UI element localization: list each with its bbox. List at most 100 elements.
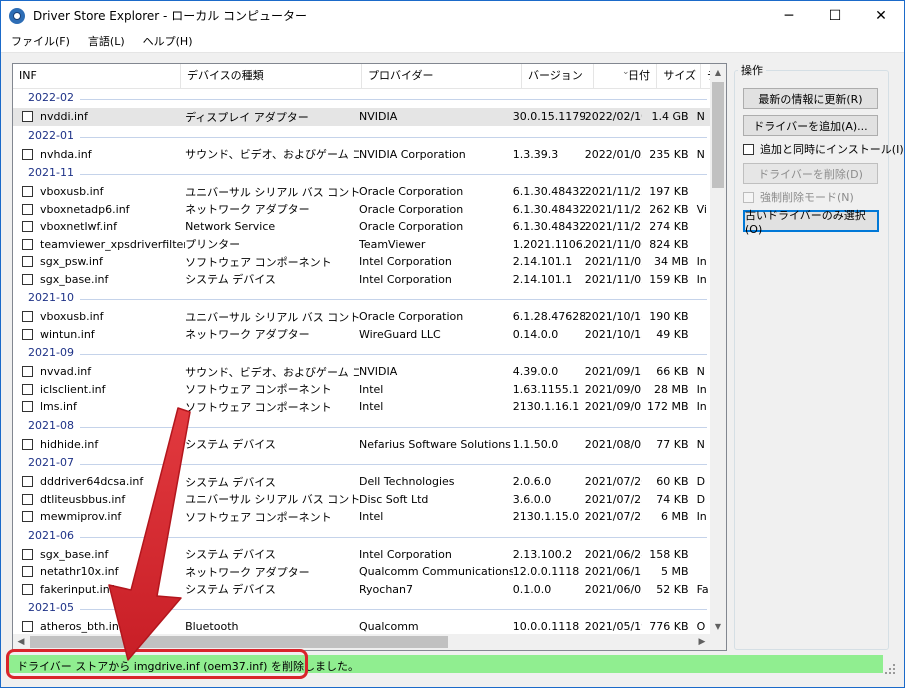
provider-cell: Disc Soft Ltd	[358, 492, 429, 506]
column-header-date[interactable]: ⌄ 日付	[594, 64, 657, 88]
row-checkbox[interactable]	[22, 256, 33, 268]
table-row[interactable]: wintun.inf ネットワーク アダプター WireGuard LLC 0.14.…	[13, 326, 710, 344]
column-header-provider[interactable]: プロバイダー	[362, 64, 522, 88]
row-checkbox[interactable]	[22, 148, 33, 160]
table-row[interactable]: dtliteusbbus.inf ユニバーサル シリアル バス コントローラーDi…	[13, 491, 710, 509]
row-checkbox[interactable]	[22, 111, 33, 123]
row-checkbox[interactable]	[22, 511, 33, 523]
horizontal-scrollbar[interactable]: ◀ ▶	[13, 634, 710, 650]
row-checkbox[interactable]	[22, 383, 33, 395]
table-row[interactable]: sgx_base.inf システム デバイス Intel Corporation 2.…	[13, 271, 710, 289]
install-on-add-checkbox[interactable]: 追加と同時にインストール(I)	[743, 141, 904, 157]
group-label: 2021-09	[28, 346, 80, 359]
menu-language[interactable]: 言語(L)	[80, 33, 133, 49]
row-checkbox[interactable]	[22, 476, 33, 488]
table-row[interactable]: vboxnetadp6.inf ネットワーク アダプター Oracle Corpor…	[13, 201, 710, 219]
minimize-button[interactable]: ─	[766, 1, 812, 30]
size-cell: 776 KB	[649, 620, 689, 634]
scroll-right-icon[interactable]: ▶	[694, 634, 710, 650]
row-checkbox[interactable]	[22, 203, 33, 215]
group-divider	[28, 174, 707, 175]
version-cell: 10.0.0.1118	[512, 620, 580, 634]
row-checkbox[interactable]	[22, 221, 33, 233]
group-header: 2022-02	[13, 88, 710, 108]
table-row[interactable]: teamviewer_xpsdriverfilter.infプリンター TeamV…	[13, 236, 710, 254]
table-row[interactable]: vboxnetlwf.inf Network Service Oracle Corp…	[13, 218, 710, 236]
device-type-cell: システム デバイス	[185, 273, 276, 287]
close-button[interactable]: ✕	[858, 1, 904, 30]
device-type-cell: Network Service	[185, 220, 276, 234]
inf-cell: sgx_psw.inf	[40, 255, 103, 269]
row-checkbox[interactable]	[22, 438, 33, 450]
row-checkbox[interactable]	[22, 548, 33, 560]
table-row[interactable]: vboxusb.inf ユニバーサル シリアル バス コントローラーOracle …	[13, 308, 710, 326]
table-row[interactable]: dddriver64dcsa.inf システム デバイス Dell Technolo…	[13, 473, 710, 491]
vertical-scroll-thumb[interactable]	[712, 82, 724, 188]
extra-cell: N	[696, 110, 705, 124]
inf-cell: sgx_base.inf	[40, 272, 109, 286]
device-type-cell: ソフトウェア コンポーネント	[185, 255, 332, 269]
table-row[interactable]: atheros_bth.inf Bluetooth Qualcomm 10.0.0.1…	[13, 618, 710, 636]
scroll-left-icon[interactable]: ◀	[13, 634, 29, 650]
version-cell: 2.14.101.1	[512, 255, 573, 269]
column-header-inf[interactable]: INF	[13, 64, 181, 88]
table-row[interactable]: nvvad.inf サウンド、ビデオ、およびゲーム コントローラーNVIDIA 4.…	[13, 363, 710, 381]
row-checkbox[interactable]	[22, 186, 33, 198]
maximize-button[interactable]: ☐	[812, 1, 858, 30]
size-cell: 28 MB	[654, 382, 689, 396]
row-checkbox[interactable]	[22, 273, 33, 285]
version-cell: 1.1.50.0	[512, 437, 559, 451]
title-bar[interactable]: Driver Store Explorer - ローカル コンピューター ─ ☐…	[1, 1, 904, 30]
resize-grip-icon[interactable]	[885, 664, 897, 676]
table-row[interactable]: fakerinput.inf システム デバイス Ryochan7 0.1.0.0 20…	[13, 581, 710, 599]
delete-driver-button[interactable]: ドライバーを削除(D)	[743, 163, 878, 184]
refresh-button[interactable]: 最新の情報に更新(R)	[743, 88, 878, 109]
table-row[interactable]: hidhide.inf システム デバイス Nefarius Software So…	[13, 436, 710, 454]
table-row[interactable]: lms.inf ソフトウェア コンポーネント Intel 2130.1.16.1 202…	[13, 398, 710, 416]
table-row[interactable]: nvhda.inf サウンド、ビデオ、およびゲーム コントローラーNVIDIA C…	[13, 146, 710, 164]
row-checkbox[interactable]	[22, 328, 33, 340]
menu-file[interactable]: ファイル(F)	[3, 33, 78, 49]
force-delete-checkbox[interactable]: 強制削除モード(N)	[743, 189, 854, 205]
extra-cell: In	[696, 400, 707, 414]
driver-list[interactable]: INF デバイスの種類 プロバイダー バージョン ⌄日付 サイズ デ 2022-…	[12, 63, 727, 651]
row-checkbox[interactable]	[22, 401, 33, 413]
vertical-scrollbar[interactable]: ▲ ▼	[710, 64, 726, 634]
table-row[interactable]: iclsclient.inf ソフトウェア コンポーネント Intel 1.63.11…	[13, 381, 710, 399]
table-row[interactable]: nvddi.inf ディスプレイ アダプター NVIDIA 30.0.15.1179 2…	[13, 108, 710, 126]
inf-cell: teamviewer_xpsdriverfilter.inf	[40, 237, 186, 251]
row-checkbox[interactable]	[22, 238, 33, 250]
row-checkbox[interactable]	[22, 493, 33, 505]
version-cell: 2.14.101.1	[512, 272, 573, 286]
version-cell: 12.0.0.1118	[512, 565, 580, 579]
row-checkbox[interactable]	[22, 566, 33, 578]
row-checkbox[interactable]	[22, 366, 33, 378]
table-row[interactable]: vboxusb.inf ユニバーサル シリアル バス コントローラーOracle …	[13, 183, 710, 201]
select-old-drivers-button[interactable]: 古いドライバーのみ選択(O)	[743, 209, 879, 236]
horizontal-scroll-thumb[interactable]	[30, 636, 448, 648]
row-checkbox[interactable]	[22, 621, 33, 633]
table-row[interactable]: sgx_base.inf システム デバイス Intel Corporation 2.…	[13, 546, 710, 564]
extra-cell: Vi	[696, 202, 707, 216]
row-checkbox[interactable]	[22, 311, 33, 323]
scroll-down-icon[interactable]: ▼	[710, 618, 726, 634]
date-cell: 2021/09/01	[584, 400, 643, 414]
table-row[interactable]: mewmiprov.inf ソフトウェア コンポーネント Intel 2130.1.1…	[13, 508, 710, 526]
date-cell: 2021/11/22	[584, 202, 643, 216]
scroll-up-icon[interactable]: ▲	[710, 64, 726, 80]
column-header-version[interactable]: バージョン	[522, 64, 594, 88]
menu-help[interactable]: ヘルプ(H)	[135, 33, 201, 49]
column-header-size[interactable]: サイズ	[657, 64, 701, 88]
group-label: 2022-01	[28, 128, 80, 142]
group-divider	[28, 464, 707, 465]
version-cell: 30.0.15.1179	[512, 110, 585, 124]
table-row[interactable]: sgx_psw.inf ソフトウェア コンポーネント Intel Corporati…	[13, 253, 710, 271]
version-cell: 2130.1.16.1	[512, 400, 580, 414]
group-divider	[28, 136, 707, 138]
row-checkbox[interactable]	[22, 583, 33, 595]
table-row[interactable]: netathr10x.inf ネットワーク アダプター Qualcomm Commu…	[13, 563, 710, 581]
size-cell: 34 MB	[654, 255, 689, 269]
add-driver-button[interactable]: ドライバーを追加(A)...	[743, 115, 878, 136]
column-header-device-type[interactable]: デバイスの種類	[181, 64, 362, 88]
device-type-cell: ユニバーサル シリアル バス コントローラー	[185, 493, 359, 507]
